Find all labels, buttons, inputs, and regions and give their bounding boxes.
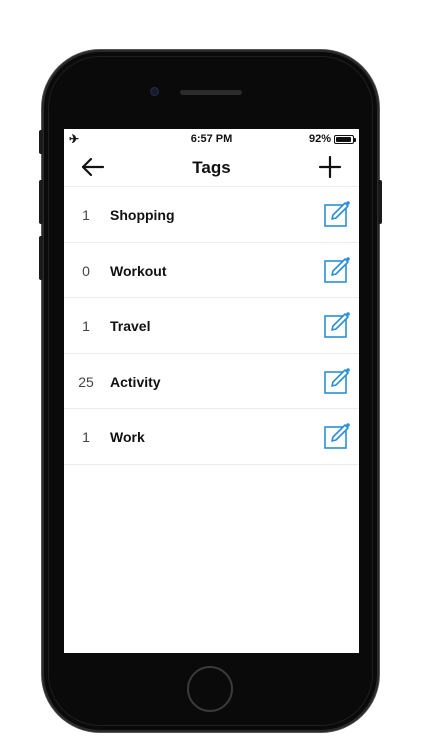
front-camera	[150, 87, 159, 96]
plus-icon	[318, 155, 342, 179]
tag-name: Travel	[110, 318, 151, 334]
tag-row-travel[interactable]: 1 Travel	[64, 298, 359, 354]
tag-name: Workout	[110, 262, 167, 279]
add-tag-button[interactable]	[317, 154, 343, 180]
tag-count: 0	[82, 262, 90, 279]
page-title: Tags	[192, 158, 231, 177]
tag-count: 1	[82, 429, 90, 445]
tag-name: Shopping	[110, 207, 175, 223]
volume-up-button	[39, 180, 43, 224]
tag-count: 1	[82, 207, 90, 223]
battery-icon	[334, 134, 356, 144]
battery-percent: 92%	[308, 133, 331, 145]
mute-switch	[39, 130, 43, 154]
edit-tag-button[interactable]	[323, 256, 351, 284]
tag-row-activity[interactable]: 25 Activity	[64, 354, 359, 409]
status-bar: ✈ 6:57 PM 92%	[64, 129, 359, 147]
edit-tag-button[interactable]	[323, 311, 351, 339]
app-screen: ✈ 6:57 PM 92% Tags 1 Shopping 0 Workout …	[64, 129, 359, 653]
battery-nub	[354, 137, 356, 142]
edit-tag-button[interactable]	[323, 200, 351, 228]
tag-row-shopping[interactable]: 1 Shopping	[64, 187, 359, 243]
tag-row-work[interactable]: 1 Work	[64, 409, 359, 465]
power-button	[378, 180, 382, 224]
edit-icon	[324, 423, 350, 449]
edit-icon	[324, 312, 350, 338]
battery-fill	[336, 136, 351, 142]
edit-icon	[324, 367, 350, 394]
tag-name: Work	[110, 429, 145, 445]
edit-icon	[324, 256, 350, 283]
edit-tag-button[interactable]	[323, 422, 351, 450]
tag-count: 1	[82, 318, 90, 334]
edit-tag-button[interactable]	[323, 367, 351, 395]
edit-icon	[324, 201, 350, 227]
earpiece-speaker	[180, 90, 242, 95]
home-button[interactable]	[187, 666, 233, 712]
battery-indicator: 92%	[308, 133, 356, 145]
tag-list: 1 Shopping 0 Workout 1 Travel 25 Activit…	[64, 187, 359, 465]
volume-down-button	[39, 236, 43, 280]
tag-name: Activity	[110, 373, 161, 390]
tag-count: 25	[78, 373, 94, 390]
navigation-bar: Tags	[64, 147, 359, 187]
tag-row-workout[interactable]: 0 Workout	[64, 243, 359, 298]
